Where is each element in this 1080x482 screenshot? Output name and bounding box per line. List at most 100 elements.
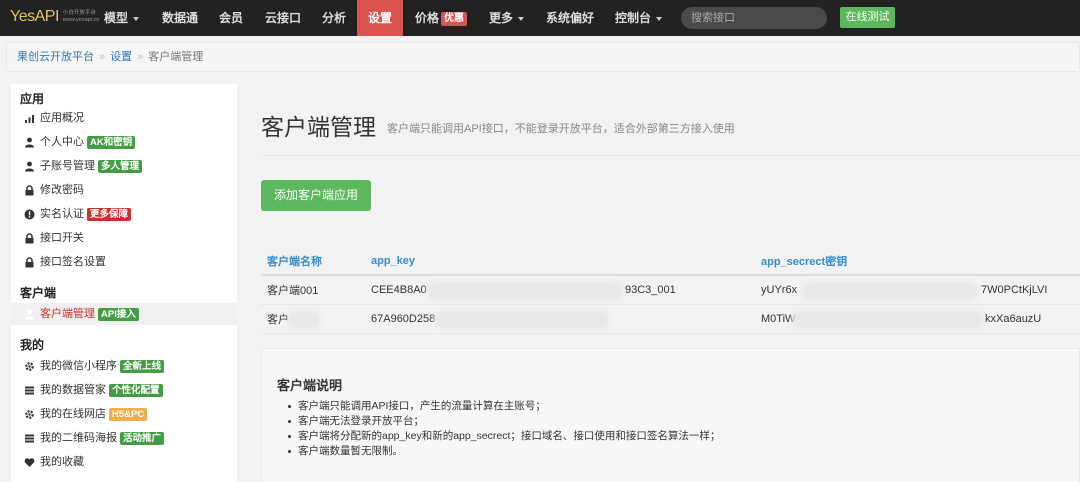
sidebar-item-label: 客户端管理 [40, 308, 95, 320]
sidebar-item-client-management[interactable]: 客户端管理 API接入 [11, 303, 237, 325]
sidebar-item-label: 接口签名设置 [40, 256, 106, 268]
sidebar-item-real-name-auth[interactable]: 实名认证 更多保障 [11, 203, 237, 225]
gear-icon [25, 361, 34, 371]
redaction-blur [795, 313, 980, 326]
breadcrumb: 果创云开放平台 » 设置 » 客户端管理 [6, 42, 1080, 72]
list-item: 客户端无法登录开放平台； [288, 414, 720, 429]
sidebar-item-data-manager[interactable]: 我的数据管家 个性化配置 [11, 379, 237, 401]
sidebar-item-label: 我的收藏 [40, 456, 84, 468]
page-subtitle: 客户端只能调用API接口，不能登录开放平台，适合外部第三方接入使用 [387, 123, 735, 135]
sidebar-item-qr-poster[interactable]: 我的二维码海报 活动推广 [11, 427, 237, 449]
cell-app-key: 67A960D258 [365, 304, 755, 334]
nav-item-more[interactable]: 更多 [489, 0, 525, 36]
nav-item-preferences[interactable]: 系统偏好 [546, 0, 594, 36]
sidebar-item-badge: H5&PC [109, 407, 148, 421]
sidebar-item-app-overview[interactable]: 应用概况 [11, 107, 237, 129]
sidebar-item-wechat-miniapp[interactable]: 我的微信小程序 全新上线 [11, 355, 237, 377]
nav-item-label: 更多 [489, 11, 514, 25]
list-item: 客户端将分配新的app_key和新的app_secrect；接口域名、接口使用和… [288, 429, 720, 444]
logo-subtitle-line1: 小白开放平台 [62, 10, 96, 16]
page-title: 客户端管理 [261, 114, 376, 140]
sidebar-item-label: 我的在线网店 [40, 408, 106, 420]
column-header-client-name: 客户端名称 [261, 248, 365, 276]
breadcrumb-separator: » [99, 51, 106, 63]
main-content: 客户端管理 客户端只能调用API接口，不能登录开放平台，适合外部第三方接入使用 … [261, 84, 1080, 482]
nav-item-label: 云接口 [265, 11, 302, 25]
table-row[interactable]: 客户 67A960D258 M0TiW kxXa6auzU [261, 304, 1080, 334]
nav-item-member[interactable]: 会员 [219, 0, 243, 36]
breadcrumb-settings[interactable]: 设置 [110, 51, 132, 63]
cell-app-secret: yUYr6x 7W0PCtKjLVI [755, 275, 1080, 305]
column-header-app-secret: app_secrect密钥 [755, 248, 1080, 276]
sidebar-item-badge: 更多保障 [87, 207, 132, 221]
top-navbar: YesAPI 小白开放平台 www.yesapi.cn 模型 数据通 会员 云接… [0, 0, 1080, 36]
user-icon [25, 309, 34, 319]
sidebar-heading-app: 应用 [20, 92, 45, 106]
breadcrumb-current: 客户端管理 [148, 51, 204, 63]
app-secret-end: kxXa6auzU [985, 312, 1042, 325]
chevron-down-icon [518, 16, 525, 21]
user-icon [25, 161, 34, 171]
online-test-button[interactable]: 在线测试 [840, 7, 895, 28]
sidebar-item-badge: 多人管理 [98, 159, 143, 173]
nav-item-label: 设置 [367, 11, 392, 25]
client-table: 客户端名称 app_key app_secrect密钥 客户端001 CEE4B… [261, 248, 1080, 334]
nav-item-cloud-api[interactable]: 云接口 [265, 0, 301, 36]
nav-item-label: 控制台 [615, 11, 652, 25]
sidebar-item-change-password[interactable]: 修改密码 [11, 179, 237, 201]
logo-subtitle: 小白开放平台 www.yesapi.cn [63, 10, 99, 24]
sidebar-heading-client: 客户端 [20, 286, 57, 300]
app-key-start: CEE4B8A0 [371, 283, 427, 296]
nav-item-console[interactable]: 控制台 [615, 0, 663, 36]
redaction-blur [437, 313, 607, 326]
list-item: 客户端只能调用API接口，产生的流量计算在主账号； [288, 399, 720, 414]
app-secret-start: yUYr6x [761, 283, 798, 296]
logo-subtitle-line2: www.yesapi.cn [62, 17, 100, 23]
sidebar-item-sub-accounts[interactable]: 子账号管理 多人管理 [11, 155, 237, 177]
description-title: 客户端说明 [277, 378, 343, 393]
table-row[interactable]: 客户端001 CEE4B8A0 93C3_001 yUYr6x 7W0PCtKj… [261, 275, 1080, 305]
logo[interactable]: YesAPI 小白开放平台 www.yesapi.cn [10, 7, 99, 29]
nav-item-analysis[interactable]: 分析 [322, 0, 346, 36]
sidebar-item-personal-center[interactable]: 个人中心 AK和密钥 [11, 131, 237, 153]
cell-app-key: CEE4B8A0 93C3_001 [365, 275, 755, 305]
sidebar-item-label: 我的二维码海报 [40, 432, 117, 444]
sidebar-item-label: 个人中心 [40, 136, 84, 148]
sale-badge: 优惠 [441, 11, 468, 26]
client-description-panel: 客户端说明 客户端只能调用API接口，产生的流量计算在主账号； 客户端无法登录开… [261, 348, 1080, 482]
sidebar-item-badge: API接入 [98, 307, 139, 321]
nav-item-label: 价格 [415, 11, 440, 25]
description-list: 客户端只能调用API接口，产生的流量计算在主账号； 客户端无法登录开放平台； 客… [288, 399, 720, 459]
nav-item-label: 模型 [104, 11, 129, 25]
chevron-down-icon [133, 16, 140, 21]
sidebar-item-api-signature[interactable]: 接口签名设置 [11, 251, 237, 273]
nav-item-settings[interactable]: 设置 [357, 0, 403, 36]
sidebar-item-badge: AK和密钥 [87, 135, 136, 149]
sidebar-item-label: 实名认证 [40, 208, 84, 220]
search-input[interactable] [681, 7, 827, 29]
nav-item-data-pass[interactable]: 数据通 [162, 0, 198, 36]
cell-client-name: 客户 [261, 304, 365, 334]
redaction-blur [291, 313, 317, 326]
redaction-blur [430, 285, 620, 297]
list-icon [25, 386, 34, 394]
sidebar-item-label: 我的数据管家 [40, 384, 106, 396]
column-header-app-key: app_key [365, 248, 755, 276]
sidebar-item-label: 接口开关 [40, 232, 84, 244]
add-client-app-button[interactable]: 添加客户端应用 [261, 180, 371, 211]
bar-chart-icon [25, 114, 34, 123]
nav-item-label: 系统偏好 [546, 11, 595, 25]
app-key-start: 67A960D258 [371, 312, 436, 325]
breadcrumb-home[interactable]: 果创云开放平台 [17, 51, 94, 63]
nav-item-pricing[interactable]: 价格 优惠 [415, 0, 468, 36]
nav-item-label: 会员 [219, 11, 244, 25]
client-name-text: 客户端001 [267, 284, 319, 297]
nav-item-model[interactable]: 模型 [104, 0, 140, 36]
alert-circle-icon [24, 209, 35, 219]
sidebar-item-api-switch[interactable]: 接口开关 [11, 227, 237, 249]
sidebar-item-favorites[interactable]: 我的收藏 [11, 451, 237, 473]
app-key-end: 93C3_001 [625, 284, 676, 296]
sidebar-item-online-shop[interactable]: 我的在线网店 H5&PC [11, 403, 237, 425]
list-item: 客户端数量暂无限制。 [288, 444, 720, 459]
sidebar-item-badge: 活动推广 [120, 431, 165, 445]
